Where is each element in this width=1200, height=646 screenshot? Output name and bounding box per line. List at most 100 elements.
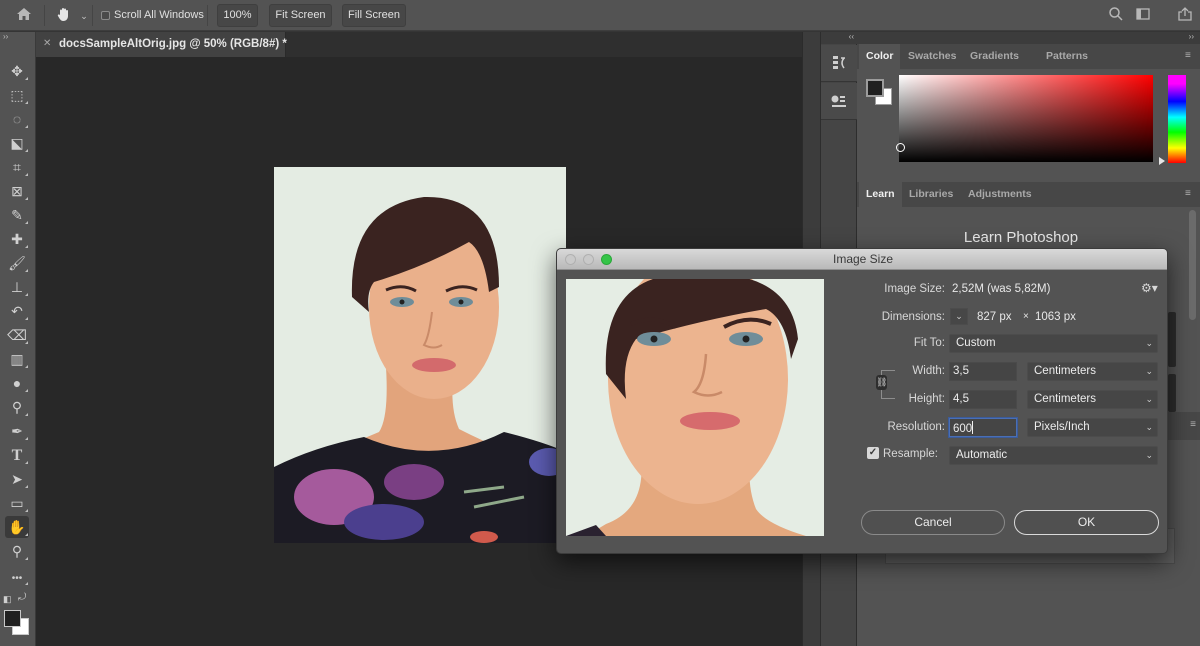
height-unit-dropdown[interactable]: Centimeters ⌄ bbox=[1027, 390, 1158, 409]
image-preview[interactable] bbox=[566, 279, 824, 536]
hand-tool[interactable]: ✋ bbox=[5, 516, 29, 538]
dodge-tool[interactable]: ⚲ bbox=[5, 396, 29, 418]
search-icon[interactable] bbox=[1106, 6, 1126, 26]
document-tab[interactable]: ✕ docsSampleAltOrig.jpg @ 50% (RGB/8#) * bbox=[36, 32, 287, 57]
hand-icon[interactable] bbox=[54, 6, 74, 26]
fit-to-dropdown[interactable]: Custom ⌄ bbox=[949, 334, 1158, 353]
options-bar: ⌄ Scroll All Windows 100% Fit Screen Fil… bbox=[0, 0, 1200, 31]
tool-group-indicator bbox=[25, 173, 28, 176]
color-panel-foreground-swatch[interactable] bbox=[866, 79, 884, 97]
resample-dropdown[interactable]: Automatic ⌄ bbox=[949, 446, 1158, 465]
learn-scrollbar[interactable] bbox=[1189, 210, 1196, 320]
tab-gradients[interactable]: Gradients bbox=[963, 44, 1026, 69]
panel-menu-icon[interactable]: ≡ bbox=[1185, 188, 1196, 199]
resolution-unit-dropdown[interactable]: Pixels/Inch ⌄ bbox=[1027, 418, 1158, 437]
scroll-all-windows-checkbox[interactable] bbox=[101, 11, 110, 20]
lasso-icon: ◌ bbox=[12, 111, 22, 127]
home-icon[interactable] bbox=[14, 6, 34, 26]
panel-menu-icon[interactable]: ≡ bbox=[1190, 419, 1196, 430]
history-icon[interactable] bbox=[821, 45, 857, 82]
hue-slider-handle[interactable] bbox=[1159, 157, 1165, 165]
tool-group-indicator bbox=[25, 125, 28, 128]
learn-card[interactable] bbox=[1168, 374, 1176, 412]
document-image[interactable] bbox=[274, 167, 566, 543]
swap-colors-icon[interactable]: ⤾ bbox=[18, 592, 26, 603]
constrain-proportions-link-icon[interactable]: ⛓ bbox=[876, 375, 887, 390]
zoom-100-button[interactable]: 100% bbox=[217, 4, 258, 27]
object-selection-icon: ⬕ bbox=[10, 135, 24, 151]
tool-group-indicator bbox=[25, 437, 28, 440]
edit-icon: ••• bbox=[11, 573, 23, 584]
path-selection-tool[interactable]: ➤ bbox=[5, 468, 29, 490]
zoom-tool[interactable]: ⚲ bbox=[5, 540, 29, 562]
collapse-dock-icon[interactable]: ‹‹ bbox=[849, 32, 854, 41]
image-size-label: Image Size: bbox=[884, 283, 945, 295]
panel-menu-icon[interactable]: ≡ bbox=[1185, 50, 1196, 61]
pen-tool[interactable]: ✒ bbox=[5, 420, 29, 442]
tab-adjustments[interactable]: Adjustments bbox=[961, 182, 1039, 207]
collapse-toolbar-icon[interactable]: ›› bbox=[3, 32, 8, 41]
ok-button[interactable]: OK bbox=[1014, 510, 1159, 535]
dimensions-label: Dimensions: bbox=[881, 311, 945, 323]
crop-tool[interactable]: ⌗ bbox=[5, 156, 29, 178]
width-unit-dropdown[interactable]: Centimeters ⌄ bbox=[1027, 362, 1158, 381]
learn-card[interactable] bbox=[1168, 312, 1176, 367]
tool-preset-chevron-icon[interactable]: ⌄ bbox=[74, 6, 94, 26]
blur-tool[interactable]: ● bbox=[5, 372, 29, 394]
tab-libraries[interactable]: Libraries bbox=[902, 182, 960, 207]
tool-group-indicator bbox=[25, 365, 28, 368]
hue-slider[interactable] bbox=[1168, 75, 1186, 163]
collapse-panels-icon[interactable]: ›› bbox=[1189, 32, 1194, 41]
object-selection-tool[interactable]: ⬕ bbox=[5, 132, 29, 154]
fit-to-label: Fit To: bbox=[913, 337, 945, 349]
resolution-input[interactable]: 600 bbox=[949, 418, 1017, 437]
eyedropper-tool[interactable]: ✎ bbox=[5, 204, 29, 226]
edit-toolbar[interactable]: ••• bbox=[5, 565, 29, 587]
foreground-color-swatch[interactable] bbox=[4, 610, 21, 627]
fill-screen-button[interactable]: Fill Screen bbox=[342, 4, 406, 27]
resample-checkbox[interactable]: ✓ bbox=[867, 447, 879, 459]
share-icon[interactable] bbox=[1175, 6, 1195, 26]
rectangle-tool[interactable]: ▭ bbox=[5, 492, 29, 514]
dodge-icon: ⚲ bbox=[11, 399, 23, 415]
height-input[interactable]: 4,5 bbox=[949, 390, 1017, 409]
default-colors-icon[interactable]: ◧ bbox=[3, 594, 12, 605]
tool-group-indicator bbox=[25, 413, 28, 416]
marquee-tool[interactable]: ⬚ bbox=[5, 84, 29, 106]
brush-tool[interactable]: 🖌 bbox=[5, 252, 29, 274]
marquee-icon: ⬚ bbox=[10, 87, 24, 103]
properties-icon[interactable] bbox=[821, 83, 857, 120]
gear-icon[interactable]: ⚙▾ bbox=[1141, 281, 1158, 295]
tool-group-indicator bbox=[25, 269, 28, 272]
clone-stamp-tool[interactable]: ⊥ bbox=[5, 276, 29, 298]
workspace-icon[interactable] bbox=[1133, 6, 1153, 26]
tab-swatches[interactable]: Swatches bbox=[901, 44, 963, 69]
healing-brush-tool[interactable]: ✚ bbox=[5, 228, 29, 250]
close-tab-icon[interactable]: ✕ bbox=[43, 38, 51, 49]
cancel-button[interactable]: Cancel bbox=[861, 510, 1005, 535]
frame-tool[interactable]: ⊠ bbox=[5, 180, 29, 202]
tab-color[interactable]: Color bbox=[859, 44, 901, 69]
history-brush-tool[interactable]: ↶ bbox=[5, 300, 29, 322]
dimensions-unit-dropdown[interactable]: ⌄ bbox=[950, 308, 968, 325]
eraser-tool[interactable]: ⌫ bbox=[5, 324, 29, 346]
gradient-tool[interactable]: ▥ bbox=[5, 348, 29, 370]
tool-group-indicator bbox=[25, 293, 28, 296]
hand-icon: ✋ bbox=[8, 519, 26, 535]
color-picker-marker[interactable] bbox=[896, 143, 905, 152]
photoshop-window: ⌄ Scroll All Windows 100% Fit Screen Fil… bbox=[0, 0, 1200, 646]
color-saturation-field[interactable] bbox=[899, 75, 1153, 162]
fit-screen-button[interactable]: Fit Screen bbox=[269, 4, 332, 27]
tab-patterns[interactable]: Patterns bbox=[1039, 44, 1095, 69]
separator bbox=[92, 5, 93, 26]
move-icon: ✥ bbox=[11, 63, 23, 79]
height-unit-value: Centimeters bbox=[1034, 393, 1096, 405]
width-input[interactable]: 3,5 bbox=[949, 362, 1017, 381]
tool-group-indicator bbox=[25, 197, 28, 200]
tool-group-indicator bbox=[25, 341, 28, 344]
tab-learn[interactable]: Learn bbox=[859, 182, 902, 207]
type-tool[interactable]: T bbox=[5, 444, 29, 466]
lasso-tool[interactable]: ◌ bbox=[5, 108, 29, 130]
move-tool[interactable]: ✥ bbox=[5, 60, 29, 82]
dialog-titlebar[interactable]: Image Size bbox=[557, 249, 1167, 270]
